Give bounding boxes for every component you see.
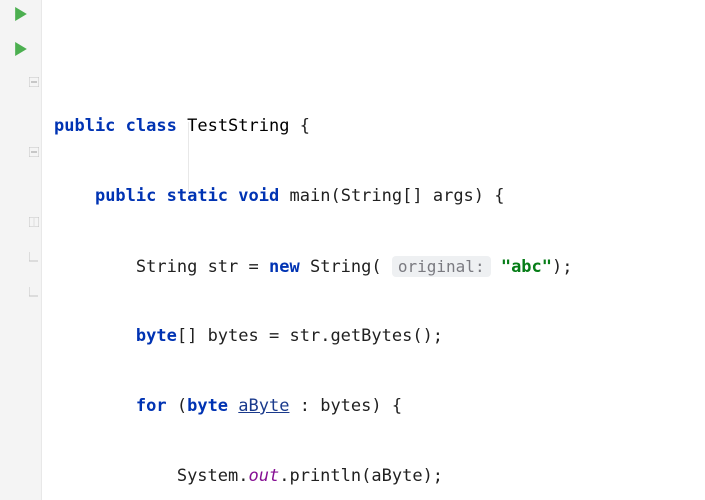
class-ref: String: [310, 257, 371, 277]
fold-region-icon[interactable]: [29, 217, 39, 227]
run-icon[interactable]: [15, 42, 27, 56]
run-icon[interactable]: [15, 7, 27, 21]
fold-minus-icon[interactable]: [29, 77, 39, 87]
keyword: class: [126, 116, 177, 136]
string-literal: "abc": [501, 257, 552, 277]
keyword: public: [54, 116, 115, 136]
class-ref: System: [177, 466, 238, 486]
param: args: [433, 186, 474, 206]
keyword: byte: [136, 326, 177, 346]
type: String: [341, 186, 402, 206]
field-ref: out: [249, 466, 280, 486]
fold-minus-icon[interactable]: [29, 147, 39, 157]
method-call: getBytes: [330, 326, 412, 346]
type: String: [136, 257, 197, 277]
class-name: TestString: [187, 116, 289, 136]
keyword: for: [136, 396, 167, 416]
loop-var: aByte: [238, 396, 289, 416]
editor-panel: public class TestString { public static …: [0, 0, 705, 500]
parameter-hint: original:: [392, 256, 491, 277]
var: str: [289, 326, 320, 346]
keyword: static: [167, 186, 228, 206]
var: str: [208, 257, 239, 277]
var: bytes: [320, 396, 371, 416]
var: bytes: [208, 326, 259, 346]
keyword: new: [269, 257, 300, 277]
method-call: println: [289, 466, 361, 486]
fold-region-icon[interactable]: [29, 287, 39, 297]
editor-gutter: [0, 0, 42, 500]
method-name: main: [290, 186, 331, 206]
keyword: public: [95, 186, 156, 206]
arg: aByte: [371, 466, 422, 486]
fold-region-icon[interactable]: [29, 252, 39, 262]
code-area[interactable]: public class TestString { public static …: [42, 0, 705, 500]
keyword: byte: [187, 396, 228, 416]
keyword: void: [238, 186, 279, 206]
